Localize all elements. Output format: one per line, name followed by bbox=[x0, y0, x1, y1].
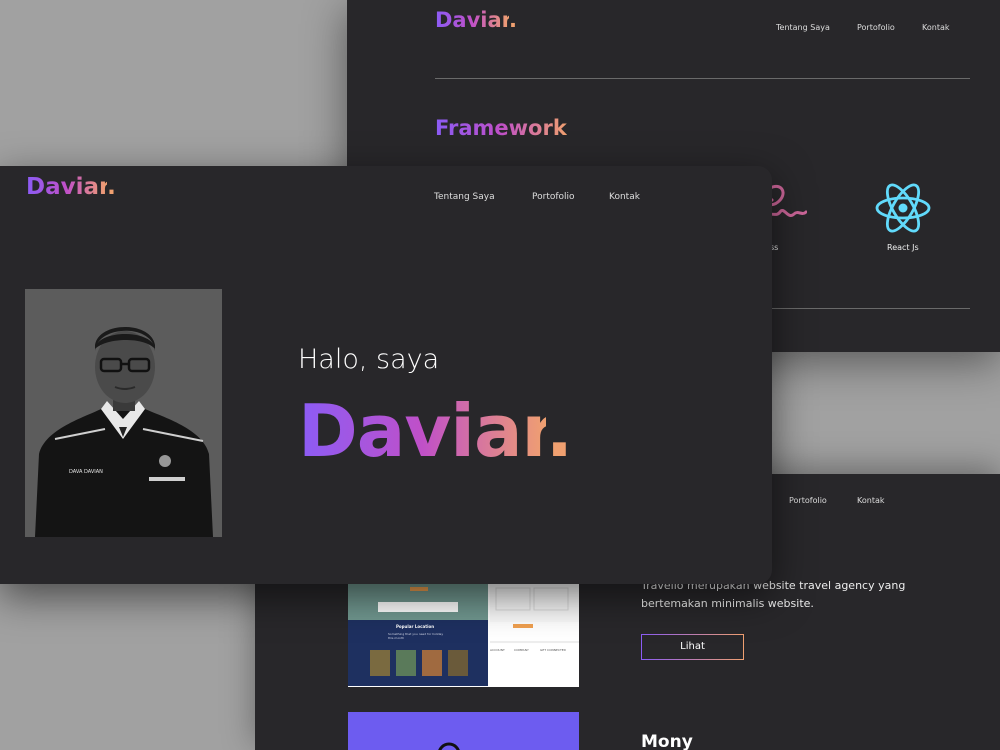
nav-kontak[interactable]: Kontak bbox=[609, 192, 640, 202]
logo[interactable]: Daviar. bbox=[26, 174, 116, 200]
framework-label-react: React Js bbox=[887, 243, 919, 252]
nav-kontak[interactable]: Kontak bbox=[922, 23, 949, 32]
nav-kontak[interactable]: Kontak bbox=[857, 496, 884, 505]
profile-photo: DAVA DAVIAN bbox=[25, 289, 222, 537]
hero-window: Daviar. Tentang Saya Portofolio Kontak D… bbox=[0, 166, 772, 584]
project-preview-mony[interactable] bbox=[348, 712, 579, 750]
section-title: Framework bbox=[435, 116, 567, 140]
nav-portofolio[interactable]: Portofolio bbox=[532, 192, 575, 202]
nav-portofolio[interactable]: Portofolio bbox=[857, 23, 895, 32]
divider bbox=[435, 78, 970, 79]
project-preview-travello[interactable]: Popular Location Something that you need… bbox=[348, 582, 579, 687]
nav-tentang-saya[interactable]: Tentang Saya bbox=[434, 192, 495, 202]
nav-tentang-saya[interactable]: Tentang Saya bbox=[776, 23, 830, 32]
nav-portofolio[interactable]: Portofolio bbox=[789, 496, 827, 505]
hero-name: Daviar. bbox=[298, 389, 573, 473]
preview-column-connected: GET CONNECTED bbox=[540, 648, 566, 652]
photo-badge: DAVA DAVIAN bbox=[69, 469, 103, 475]
project-title-mony: Mony bbox=[641, 732, 693, 750]
greeting-text: Halo, saya bbox=[298, 344, 440, 375]
preview-tagline: Popular Location bbox=[396, 624, 435, 629]
logo[interactable]: Daviar. bbox=[435, 8, 517, 32]
preview-sub-tagline: Something that you need for holiday this… bbox=[388, 632, 444, 640]
view-project-button[interactable]: Lihat bbox=[641, 634, 744, 660]
preview-column-company: COMPANY bbox=[514, 648, 529, 652]
react-icon bbox=[874, 180, 932, 236]
preview-column-account: ACCOUNT bbox=[490, 648, 505, 652]
